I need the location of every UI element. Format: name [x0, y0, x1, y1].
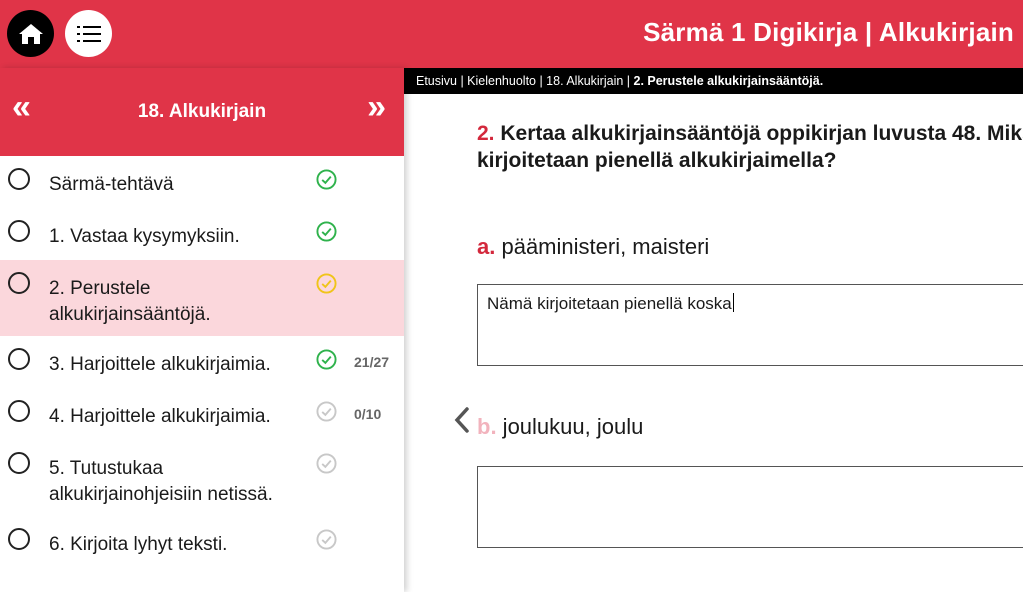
task-label: 1. Vastaa kysymyksiin.	[49, 226, 240, 247]
app-title: Särmä 1 Digikirja | Alkukirjain	[643, 17, 1014, 47]
task-label: 5. Tutustukaa alkukirjainohjeisiin netis…	[49, 458, 273, 505]
question-line-1: Kertaa alkukirjainsääntöjä oppikirjan lu…	[494, 122, 1023, 145]
subquestion-words: pääministeri, maisteri	[495, 234, 710, 259]
sidebar-task-item[interactable]: 5. Tutustukaa alkukirjainohjeisiin netis…	[0, 440, 404, 516]
sidebar-task-item[interactable]: Särmä-tehtävä	[0, 156, 404, 208]
question-number: 2.	[477, 122, 495, 145]
sidebar-task-item[interactable]: 4. Harjoittele alkukirjaimia. 0/10	[0, 388, 404, 440]
radio-icon[interactable]	[8, 220, 30, 242]
sidebar-task-item[interactable]: 6. Kirjoita lyhyt teksti.	[0, 516, 404, 568]
home-icon	[18, 23, 43, 44]
check-circle-icon	[316, 453, 337, 474]
question-line-2: kirjoitetaan pienellä alkukirjaimella?	[477, 149, 837, 172]
radio-icon[interactable]	[8, 528, 30, 550]
top-bar: Särmä 1 Digikirja | Alkukirjain	[0, 0, 1023, 68]
chevron-left-icon[interactable]	[452, 406, 472, 434]
task-label: 2. Perustele alkukirjainsääntöjä.	[49, 278, 211, 325]
check-circle-icon	[316, 529, 337, 550]
check-circle-icon	[316, 169, 337, 190]
answer-field-b[interactable]	[477, 466, 1023, 548]
radio-icon[interactable]	[8, 400, 30, 422]
radio-icon[interactable]	[8, 452, 30, 474]
answer-text: Nämä kirjoitetaan pienellä koska	[487, 294, 732, 313]
subquestion-letter: a.	[477, 234, 496, 259]
task-sidebar: « 18. Alkukirjain » Särmä-tehtävä 1. Vas…	[0, 68, 404, 592]
radio-icon[interactable]	[8, 348, 30, 370]
task-score: 21/27	[354, 354, 390, 370]
task-label: Särmä-tehtävä	[49, 174, 174, 195]
subquestion-b: b. joulukuu, joulu	[477, 414, 643, 440]
chapter-title: 18. Alkukirjain	[137, 101, 267, 122]
check-circle-icon	[316, 221, 337, 242]
question-text: 2. Kertaa alkukirjainsääntöjä oppikirjan…	[477, 120, 1023, 174]
subquestion-letter: b.	[477, 414, 497, 439]
task-content: 2. Kertaa alkukirjainsääntöjä oppikirjan…	[404, 94, 1023, 592]
sidebar-task-item-active[interactable]: 2. Perustele alkukirjainsääntöjä.	[0, 260, 404, 336]
breadcrumb: Etusivu | Kielenhuolto | 18. Alkukirjain…	[404, 68, 1023, 94]
next-chapter-button[interactable]: »	[367, 90, 386, 124]
task-label: 6. Kirjoita lyhyt teksti.	[49, 534, 228, 555]
text-cursor	[732, 293, 734, 312]
sidebar-task-item[interactable]: 1. Vastaa kysymyksiin.	[0, 208, 404, 260]
answer-field-a[interactable]: Nämä kirjoitetaan pienellä koska	[477, 284, 1023, 366]
task-label: 4. Harjoittele alkukirjaimia.	[49, 406, 271, 427]
sidebar-task-item[interactable]: 3. Harjoittele alkukirjaimia. 21/27	[0, 336, 404, 388]
check-circle-icon	[316, 349, 337, 370]
task-score: 0/10	[354, 406, 382, 422]
radio-icon[interactable]	[8, 272, 30, 294]
check-circle-icon	[316, 273, 337, 294]
subquestion-a: a. pääministeri, maisteri	[477, 234, 709, 260]
breadcrumb-path[interactable]: Etusivu | Kielenhuolto | 18. Alkukirjain…	[416, 74, 634, 88]
sidebar-header: « 18. Alkukirjain »	[0, 68, 404, 156]
home-button[interactable]	[7, 10, 54, 57]
subquestion-words: joulukuu, joulu	[496, 414, 644, 439]
table-of-contents-button[interactable]	[65, 10, 112, 57]
breadcrumb-current: 2. Perustele alkukirjainsääntöjä.	[633, 74, 824, 88]
radio-icon[interactable]	[8, 168, 30, 190]
check-circle-icon	[316, 401, 337, 422]
task-label: 3. Harjoittele alkukirjaimia.	[49, 354, 271, 375]
list-icon	[76, 25, 101, 42]
